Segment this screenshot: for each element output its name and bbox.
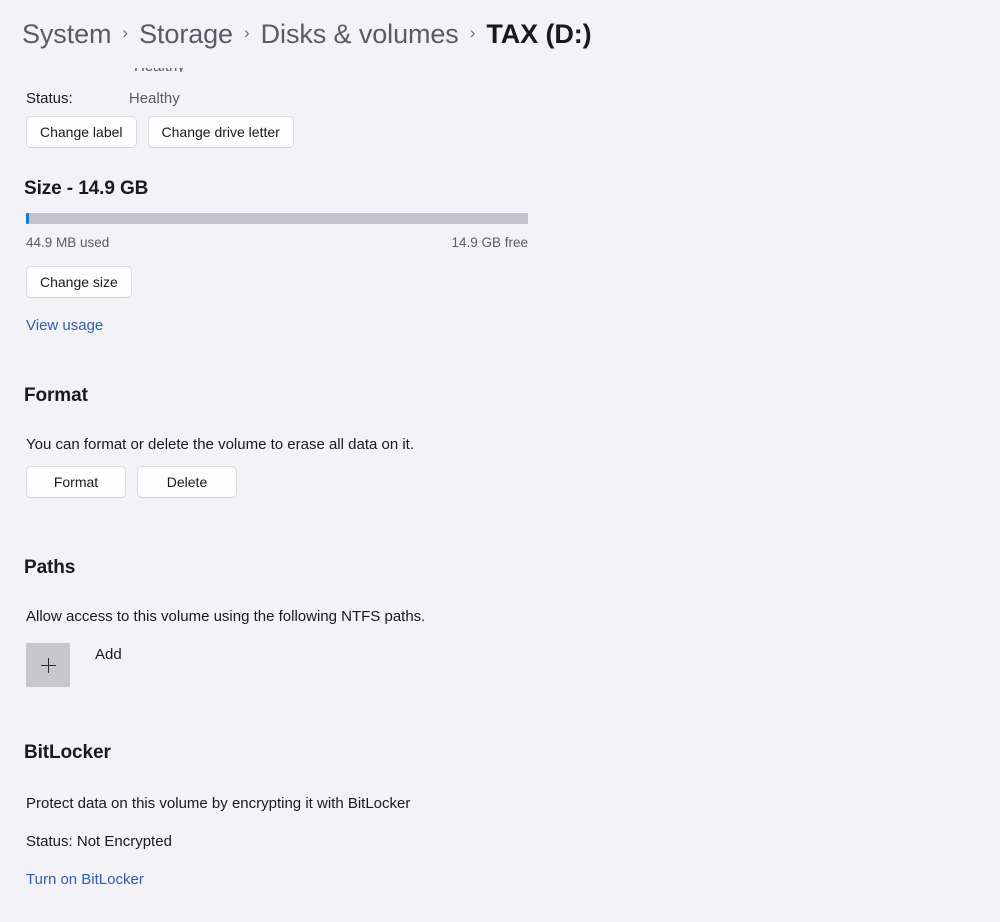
plus-icon bbox=[40, 657, 56, 673]
bitlocker-status-text: Status: Not Encrypted bbox=[26, 833, 172, 850]
paths-section-description: Allow access to this volume using the fo… bbox=[26, 608, 426, 625]
breadcrumb-item-storage[interactable]: Storage bbox=[139, 19, 233, 50]
delete-button[interactable]: Delete bbox=[137, 466, 237, 498]
size-actions-row: Change size bbox=[26, 266, 132, 298]
volume-status-label: Status: bbox=[26, 90, 73, 107]
format-actions-row: Format Delete bbox=[26, 466, 237, 498]
chevron-right-icon: › bbox=[243, 23, 250, 42]
clipped-row-text: Healthy bbox=[134, 68, 185, 72]
chevron-right-icon: › bbox=[122, 23, 129, 42]
breadcrumb-item-current-volume: TAX (D:) bbox=[486, 18, 592, 49]
settings-scroll-area[interactable]: Healthy Status: Healthy Change label Cha… bbox=[0, 68, 1000, 922]
capacity-used-text: 44.9 MB used bbox=[26, 235, 110, 250]
format-section-heading: Format bbox=[24, 385, 88, 406]
change-drive-letter-button[interactable]: Change drive letter bbox=[147, 116, 294, 148]
add-path-label: Add bbox=[95, 646, 122, 663]
clipped-row-above: Healthy bbox=[26, 68, 185, 72]
change-label-button[interactable]: Change label bbox=[26, 116, 137, 148]
breadcrumb-item-disks-and-volumes[interactable]: Disks & volumes bbox=[261, 19, 459, 50]
bitlocker-section-description: Protect data on this volume by encryptin… bbox=[26, 795, 411, 812]
change-size-button[interactable]: Change size bbox=[26, 266, 132, 298]
chevron-right-icon: › bbox=[469, 23, 476, 42]
format-button[interactable]: Format bbox=[26, 466, 126, 498]
breadcrumb-item-system[interactable]: System bbox=[22, 19, 112, 50]
format-section-description: You can format or delete the volume to e… bbox=[26, 436, 415, 453]
capacity-bar bbox=[26, 213, 528, 224]
size-section-heading: Size - 14.9 GB bbox=[24, 178, 149, 199]
view-usage-link[interactable]: View usage bbox=[26, 317, 103, 334]
bitlocker-section-heading: BitLocker bbox=[24, 742, 111, 763]
volume-actions-row: Change label Change drive letter bbox=[26, 116, 294, 148]
paths-section-heading: Paths bbox=[24, 557, 76, 578]
turn-on-bitlocker-link[interactable]: Turn on BitLocker bbox=[26, 871, 144, 888]
volume-status-row: Status: Healthy bbox=[26, 90, 180, 107]
capacity-bar-fill bbox=[26, 213, 29, 224]
capacity-legend: 44.9 MB used 14.9 GB free bbox=[26, 235, 528, 250]
volume-status-value: Healthy bbox=[128, 90, 180, 107]
add-path-button[interactable] bbox=[26, 643, 70, 687]
capacity-free-text: 14.9 GB free bbox=[451, 235, 528, 250]
breadcrumb-header: System › Storage › Disks & volumes › TAX… bbox=[0, 0, 1000, 68]
